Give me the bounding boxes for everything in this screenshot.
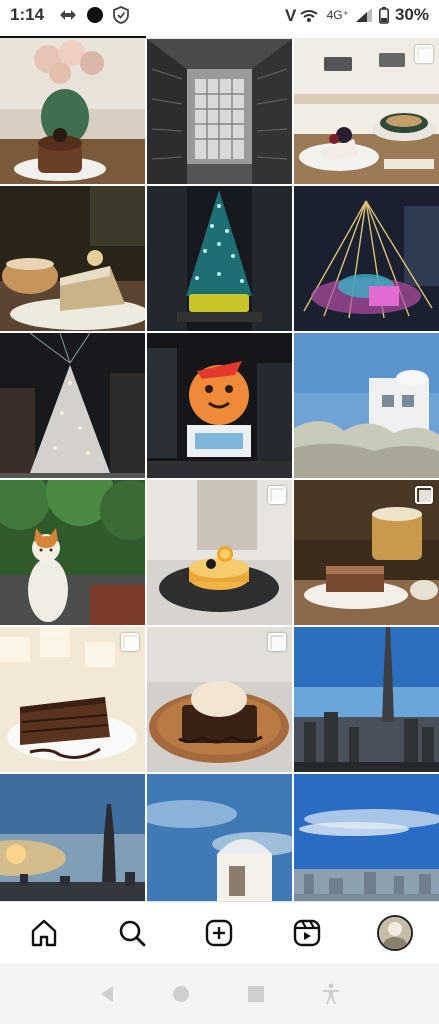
accessibility-icon[interactable]	[320, 983, 342, 1005]
post-thumbnail	[0, 774, 145, 901]
grid-post[interactable]	[0, 186, 145, 331]
profile-avatar	[377, 914, 414, 951]
multi-photo-icon	[415, 486, 433, 504]
grid-post[interactable]	[294, 480, 439, 625]
back-icon[interactable]	[97, 984, 117, 1004]
grid-post[interactable]	[0, 480, 145, 625]
profile-grid	[0, 39, 439, 901]
notification-dot-icon	[87, 7, 104, 23]
shield-icon	[113, 6, 129, 24]
nav-search[interactable]	[106, 907, 158, 959]
search-icon	[119, 920, 146, 946]
battery-icon	[378, 6, 389, 24]
grid-post[interactable]	[0, 774, 145, 901]
multi-photo-icon	[415, 45, 433, 63]
network-type: 4G⁺	[326, 8, 349, 22]
multi-photo-icon	[268, 486, 286, 504]
grid-post[interactable]	[294, 186, 439, 331]
home-circle-icon[interactable]	[171, 984, 191, 1004]
grid-post[interactable]	[147, 186, 292, 331]
status-bar: 1:14 V 4G⁺ 30%	[0, 0, 439, 30]
reels-icon	[294, 919, 321, 946]
post-thumbnail	[294, 333, 439, 478]
grid-post[interactable]	[294, 627, 439, 772]
system-nav-bar	[0, 963, 439, 1024]
signal-icon	[355, 8, 372, 22]
grid-post[interactable]	[147, 333, 292, 478]
grid-post[interactable]	[147, 480, 292, 625]
recents-icon[interactable]	[246, 984, 266, 1004]
grid-post[interactable]	[147, 774, 292, 901]
post-thumbnail	[294, 186, 439, 331]
bottom-nav	[0, 901, 439, 963]
grid-post[interactable]	[147, 39, 292, 184]
grid-post[interactable]	[0, 39, 145, 184]
grid-post[interactable]	[147, 627, 292, 772]
post-thumbnail	[147, 39, 292, 184]
post-thumbnail	[0, 186, 145, 331]
post-thumbnail	[0, 480, 145, 625]
volte-wifi-icon: V	[285, 6, 318, 24]
nav-profile[interactable]	[369, 907, 421, 959]
create-icon	[206, 919, 233, 946]
post-thumbnail	[147, 774, 292, 901]
battery-percent: 30%	[394, 5, 429, 24]
nav-create[interactable]	[193, 907, 245, 959]
grid-post[interactable]	[294, 39, 439, 184]
post-thumbnail	[0, 39, 145, 184]
post-thumbnail	[0, 333, 145, 478]
post-thumbnail	[294, 774, 439, 901]
status-time: 1:14	[10, 5, 45, 24]
data-saver-icon	[60, 10, 77, 20]
multi-photo-icon	[121, 633, 139, 651]
grid-post[interactable]	[0, 627, 145, 772]
post-thumbnail	[294, 627, 439, 772]
post-thumbnail	[147, 333, 292, 478]
home-icon	[31, 919, 57, 946]
grid-post[interactable]	[294, 774, 439, 901]
nav-home[interactable]	[18, 907, 70, 959]
multi-photo-icon	[268, 633, 286, 651]
grid-post[interactable]	[294, 333, 439, 478]
post-thumbnail	[147, 186, 292, 331]
svg-text:V: V	[285, 6, 297, 24]
grid-post[interactable]	[0, 333, 145, 478]
nav-reels[interactable]	[281, 907, 333, 959]
